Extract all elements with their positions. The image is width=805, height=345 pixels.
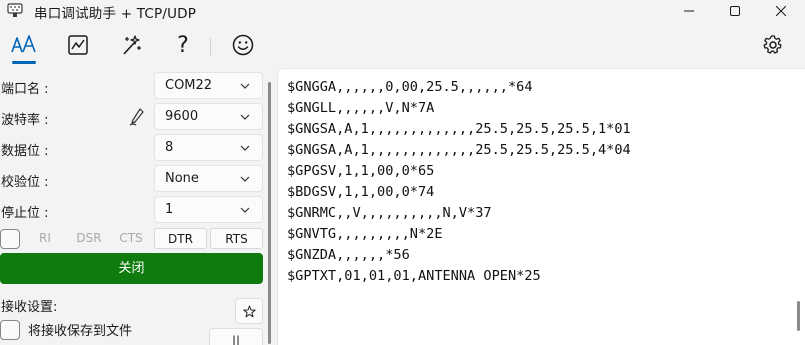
stop-bits-label: 停止位 :	[1, 206, 49, 221]
dsr-indicator: DSR	[76, 231, 102, 245]
baud-value: 9600	[165, 109, 199, 124]
signal-enable-checkbox[interactable]	[0, 229, 20, 249]
maximize-button[interactable]	[712, 0, 758, 22]
font-icon	[11, 35, 36, 53]
receive-settings-label: 接收设置:	[1, 300, 58, 315]
output-line: $GPTXT,01,01,01,ANTENNA OPEN*25	[287, 268, 541, 284]
dtr-button[interactable]: DTR	[154, 228, 207, 249]
chart-icon	[68, 35, 88, 55]
star-icon	[242, 305, 256, 317]
pen-icon[interactable]	[128, 107, 146, 127]
output-line: $BDGSV,1,1,00,0*74	[287, 184, 435, 200]
rts-button[interactable]: RTS	[210, 228, 263, 249]
output-line: $GNGSA,A,1,,,,,,,,,,,,,25.5,25.5,25.5,4*…	[287, 142, 631, 158]
output-line: $GNGGA,,,,,,0,00,25.5,,,,,,*64	[287, 79, 533, 95]
port-value: COM22	[165, 78, 213, 93]
output-scrollbar[interactable]	[797, 301, 800, 331]
ri-indicator: RI	[39, 231, 51, 245]
smiley-icon	[232, 34, 254, 56]
cts-indicator: CTS	[119, 231, 143, 245]
save-to-file-checkbox[interactable]	[0, 320, 20, 340]
minimize-button[interactable]	[666, 0, 712, 22]
magic-wand-button[interactable]	[114, 28, 148, 62]
serial-settings-panel: 端口名 : COM22 波特率 : 9600 数据位 : 8 校验位 : Non…	[0, 68, 271, 345]
output-line: $GNZDA,,,,,,*56	[287, 247, 410, 263]
minimize-icon	[684, 10, 694, 12]
chart-button[interactable]	[61, 28, 95, 62]
maximize-icon	[730, 6, 740, 16]
toolbar-separator	[210, 38, 211, 56]
chevron-down-icon	[240, 207, 250, 213]
close-port-button[interactable]: 关闭	[0, 253, 263, 284]
parity-label: 校验位 :	[1, 175, 49, 190]
settings-button[interactable]	[756, 28, 790, 62]
stop-bits-value: 1	[165, 202, 174, 217]
close-window-button[interactable]	[758, 0, 804, 22]
port-label: 端口名 :	[1, 82, 49, 97]
toolbar: ?	[0, 22, 805, 68]
output-line: $GPGSV,1,1,00,0*65	[287, 163, 435, 179]
output-line: $GNGSA,A,1,,,,,,,,,,,,,25.5,25.5,25.5,1*…	[287, 121, 631, 137]
data-bits-label: 数据位 :	[1, 144, 49, 159]
magic-wand-icon	[123, 35, 141, 55]
save-to-file-label: 将接收保存到文件	[28, 324, 133, 339]
data-bits-select[interactable]: 8	[154, 134, 263, 161]
stop-bits-select[interactable]: 1	[154, 196, 263, 223]
active-tab-indicator	[12, 61, 36, 64]
chevron-down-icon	[240, 145, 250, 151]
output-line: $GNVTG,,,,,,,,,N*2E	[287, 226, 443, 242]
port-select[interactable]: COM22	[154, 72, 263, 99]
chevron-down-icon	[240, 176, 250, 182]
chevron-down-icon	[240, 114, 250, 120]
title-bar: 串口调试助手 + TCP/UDP	[0, 0, 805, 22]
close-icon	[776, 6, 786, 16]
favorite-button[interactable]	[235, 298, 263, 324]
baud-label: 波特率 :	[1, 113, 49, 128]
receive-output-area[interactable]: $GNGGA,,,,,,0,00,25.5,,,,,,*64 $GNGLL,,,…	[277, 68, 805, 345]
smiley-button[interactable]	[226, 28, 260, 62]
left-panel-scrollbar[interactable]	[268, 82, 271, 344]
output-line: $GNGLL,,,,,,V,N*7A	[287, 100, 435, 116]
pause-button[interactable]: ||	[209, 328, 263, 345]
gear-icon	[763, 35, 782, 54]
chevron-down-icon	[240, 83, 250, 89]
font-button[interactable]	[7, 28, 41, 62]
baud-select[interactable]: 9600	[154, 103, 263, 130]
parity-value: None	[165, 171, 199, 186]
serial-port-app-icon	[7, 3, 23, 17]
help-button[interactable]: ?	[166, 28, 200, 62]
window-title: 串口调试助手 + TCP/UDP	[34, 6, 197, 22]
output-line: $GNRMC,,V,,,,,,,,,,N,V*37	[287, 205, 492, 221]
parity-select[interactable]: None	[154, 165, 263, 192]
data-bits-value: 8	[165, 140, 174, 155]
help-icon: ?	[177, 32, 189, 58]
